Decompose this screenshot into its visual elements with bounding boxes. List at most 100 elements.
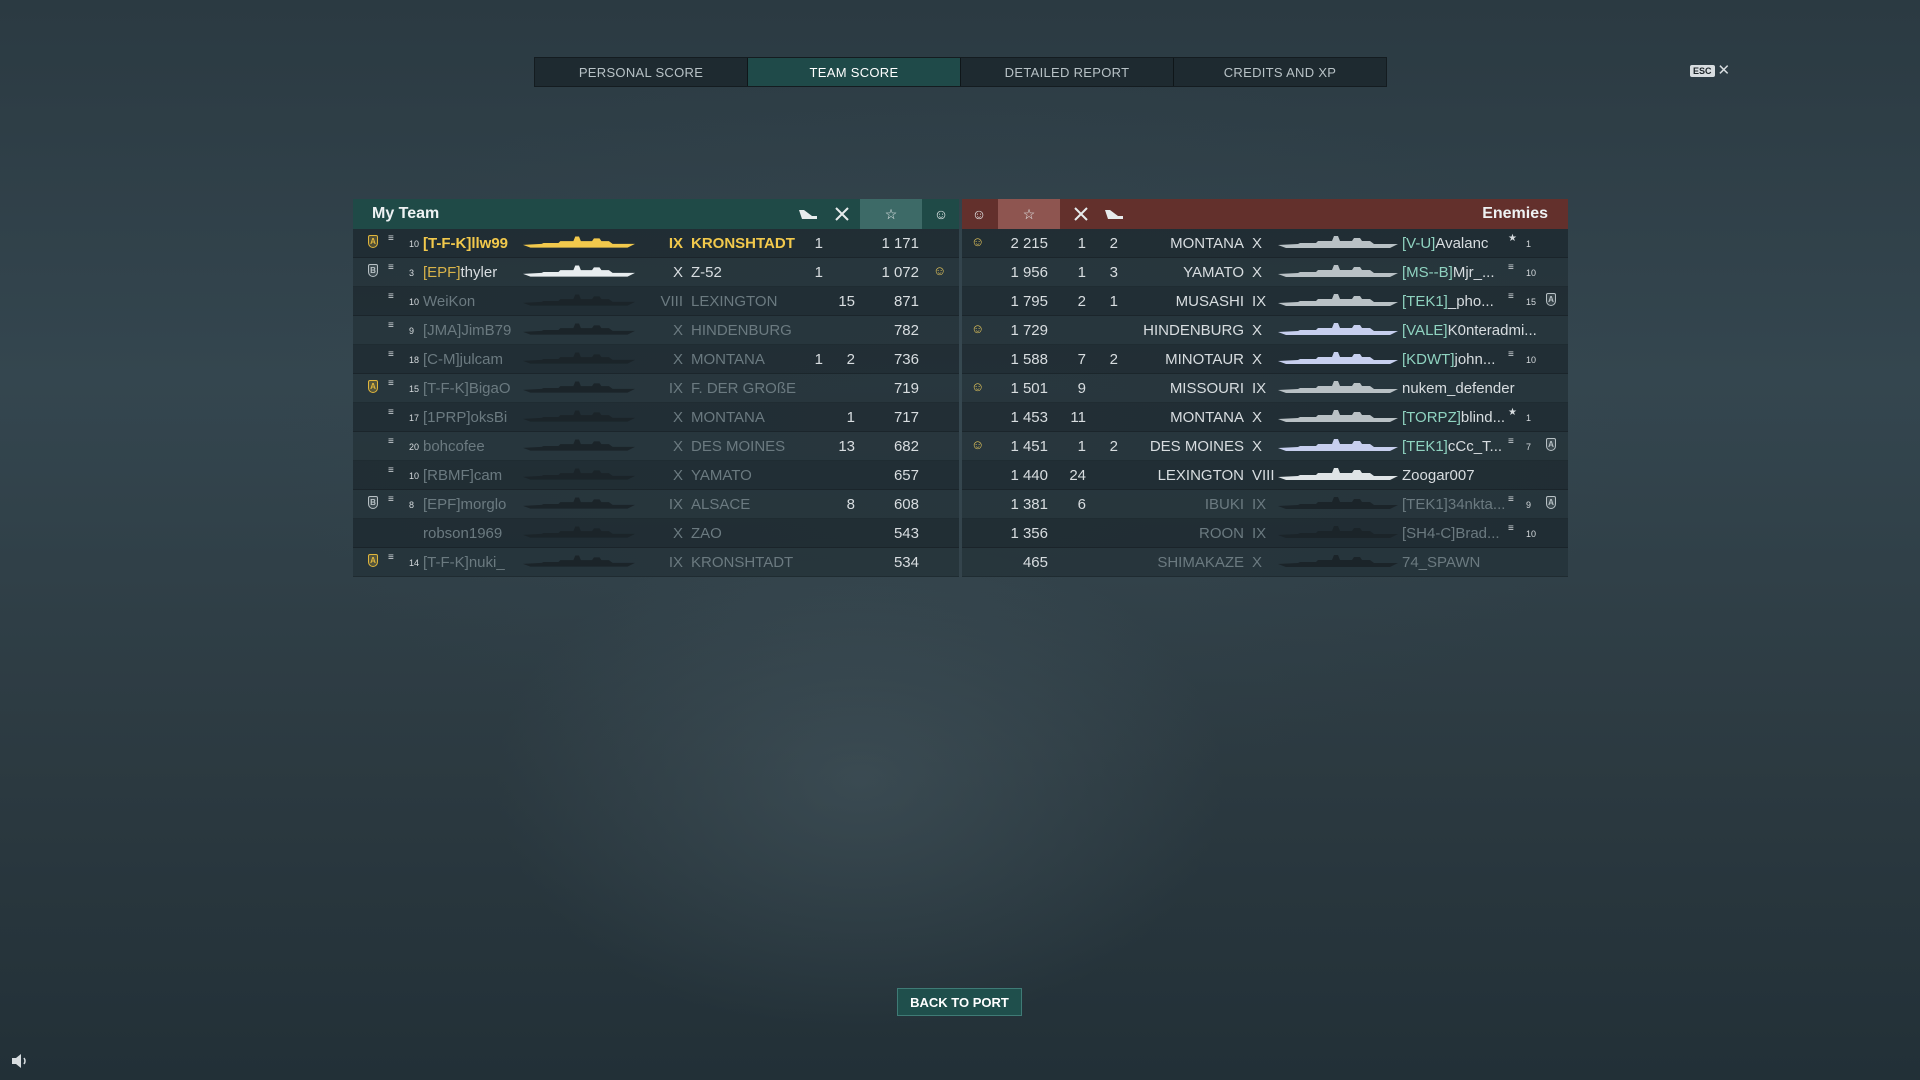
division-badge-icon: A [1546, 293, 1556, 306]
ship-silhouette-icon [1278, 526, 1398, 538]
tab-detailed-report[interactable]: DETAILED REPORT [961, 58, 1174, 86]
ship-tier: X [1252, 322, 1263, 339]
enemy-row[interactable]: 1 440 24 LEXINGTON VIII Zoogar007 [962, 461, 1568, 490]
rank-number: 14 [409, 558, 420, 568]
volume-icon[interactable] [10, 1053, 30, 1069]
division-badge-icon: A [1546, 438, 1556, 451]
team-row[interactable]: A ≡ 15 [T-F-K]BigaO IX F. DER GROßE 719 [353, 374, 959, 403]
kills-column-icon[interactable] [827, 199, 857, 229]
ship-name: MONTANA [691, 351, 765, 368]
enemy-row[interactable]: ☺ 1 729 HINDENBURG X [VALE]K0nteradmi... [962, 316, 1568, 345]
ship-silhouette-icon [523, 497, 635, 509]
player-nick: _pho... [1447, 293, 1494, 310]
player-nick: llw99 [471, 235, 508, 252]
clan-tag: [V-U] [1402, 235, 1436, 252]
player-name: WeiKon [423, 293, 475, 310]
team-row[interactable]: B ≡ 8 [EPF]morglo IX ALSACE 8 608 [353, 490, 959, 519]
enemy-row[interactable]: 1 795 2 1 MUSASHI IX [TEK1]_pho... ≡ 15 A [962, 287, 1568, 316]
clan-tag: [1PRP] [423, 409, 471, 426]
clan-tag: [TEK1] [1402, 293, 1448, 310]
base-xp: 1 072 [881, 264, 919, 281]
enemies-panel: ☺ ☆ Enemies ☺ 2 215 1 2 MONTANA X [V-U]Avalanc… [962, 199, 1568, 577]
rank-number: 10 [409, 471, 420, 481]
base-xp: 465 [1022, 554, 1048, 571]
rank-number: 15 [409, 384, 420, 394]
player-nick: julcam [459, 351, 504, 368]
enemy-row[interactable]: 1 381 6 IBUKI IX [TEK1]34nkta... ≡ 9 A [962, 490, 1568, 519]
dice-column-icon[interactable]: ☺ [926, 199, 956, 229]
team-row[interactable]: ≡ 17 [1PRP]oksBi X MONTANA 1 717 [353, 403, 959, 432]
ship-name: YAMATO [691, 467, 752, 484]
enemy-row[interactable]: ☺ 1 451 1 2 DES MOINES X [TEK1]cCc_T... ≡ 7 A [962, 432, 1568, 461]
base-xp: 1 356 [1010, 525, 1048, 542]
close-button[interactable]: ESC ✕ [1690, 63, 1730, 78]
ship-tier: X [672, 409, 683, 426]
dice-column-icon[interactable]: ☺ [964, 199, 994, 229]
team-row[interactable]: A ≡ 10 [T-F-K]llw99 IX KRONSHTADT 1 1 171 [353, 229, 959, 258]
enemy-row[interactable]: ☺ 1 501 9 MISSOURI IX nukem_defender [962, 374, 1568, 403]
tab-team-score[interactable]: TEAM SCORE [748, 58, 961, 86]
rank-icon: ≡ [388, 291, 394, 302]
planes-column-icon[interactable] [1099, 199, 1129, 229]
team-row[interactable]: ≡ 18 [C-M]julcam X MONTANA 1 2 736 [353, 345, 959, 374]
dice-icon: ☺ [933, 263, 947, 278]
player-name: robson1969 [423, 525, 502, 542]
ship-silhouette-icon [523, 410, 635, 422]
rank-icon: ★ [1508, 233, 1517, 244]
ship-silhouette-icon [1278, 294, 1398, 306]
my-team-header: My Team ☆ ☺ [353, 199, 959, 229]
dice-icon: ☺ [971, 234, 985, 249]
player-name: [EPF]morglo [423, 496, 506, 513]
rank-number: 10 [1526, 355, 1537, 365]
rank-number: 9 [1526, 500, 1532, 510]
kills-column-icon[interactable] [1066, 199, 1096, 229]
division-badge-icon: B [368, 496, 378, 509]
ship-tier: IX [1252, 380, 1267, 397]
team-row[interactable]: ≡ 20 bohcofee X DES MOINES 13 682 [353, 432, 959, 461]
back-to-port-button[interactable]: BACK TO PORT [897, 988, 1022, 1016]
team-row[interactable]: A ≡ 14 [T-F-K]nuki_ IX KRONSHTADT 534 [353, 548, 959, 577]
rank-number: 10 [1526, 268, 1537, 278]
team-row[interactable]: ≡ 9 [JMA]JimB79 X HINDENBURG 782 [353, 316, 959, 345]
ships-destroyed: 2 [1077, 293, 1086, 310]
team-row[interactable]: ≡ 10 WeiKon VIII LEXINGTON 15 871 [353, 287, 959, 316]
ship-name: MINOTAUR [1165, 351, 1244, 368]
xp-column-icon[interactable]: ☆ [860, 199, 922, 229]
rank-icon: ★ [1508, 407, 1517, 418]
ship-tier: IX [668, 496, 683, 513]
player-nick: john... [1454, 351, 1496, 368]
base-xp: 534 [893, 554, 919, 571]
team-row[interactable]: B ≡ 3 [EPF]thyler X Z-52 1 1 072 ☺ [353, 258, 959, 287]
ship-silhouette-icon [523, 265, 635, 277]
planes-destroyed: 1 [814, 235, 823, 252]
enemy-row[interactable]: ☺ 2 215 1 2 MONTANA X [V-U]Avalanc ★ 1 [962, 229, 1568, 258]
enemy-row[interactable]: 1 956 1 3 YAMATO X [MS--B]Mjr_... ≡ 10 [962, 258, 1568, 287]
ship-name: HINDENBURG [691, 322, 792, 339]
player-name: [KDWT]john... [1402, 351, 1495, 368]
ships-destroyed: 15 [838, 293, 855, 310]
enemy-row[interactable]: 1 453 11 MONTANA X [TORPZ]blind... ★ 1 [962, 403, 1568, 432]
rank-number: 20 [409, 442, 420, 452]
enemy-row[interactable]: 465 SHIMAKAZE X 74_SPAWN [962, 548, 1568, 577]
base-xp: 1 171 [881, 235, 919, 252]
tab-credits-and-xp[interactable]: CREDITS AND XP [1174, 58, 1386, 86]
ship-silhouette-icon [1278, 439, 1398, 451]
ship-name: ZAO [691, 525, 722, 542]
team-row[interactable]: ≡ 10 [RBMF]cam X YAMATO 657 [353, 461, 959, 490]
team-row[interactable]: robson1969 X ZAO 543 [353, 519, 959, 548]
ship-tier: IX [1252, 525, 1267, 542]
planes-destroyed: 1 [814, 351, 823, 368]
rank-icon: ≡ [388, 349, 394, 360]
my-team-panel: My Team ☆ ☺ A ≡ 10 [T-F-K]llw99 IX KRONSHTADT… [353, 199, 959, 577]
enemy-row[interactable]: 1 356 ROON IX [SH4-C]Brad... ≡ 10 [962, 519, 1568, 548]
base-xp: 682 [893, 438, 919, 455]
ship-name: HINDENBURG [1143, 322, 1244, 339]
rank-number: 10 [1526, 529, 1537, 539]
base-xp: 736 [893, 351, 919, 368]
xp-column-icon[interactable]: ☆ [998, 199, 1060, 229]
ship-name: DES MOINES [1149, 438, 1244, 455]
tab-personal-score[interactable]: PERSONAL SCORE [535, 58, 748, 86]
rank-icon: ≡ [388, 494, 394, 505]
enemy-row[interactable]: 1 588 7 2 MINOTAUR X [KDWT]john... ≡ 10 [962, 345, 1568, 374]
planes-column-icon[interactable] [793, 199, 823, 229]
